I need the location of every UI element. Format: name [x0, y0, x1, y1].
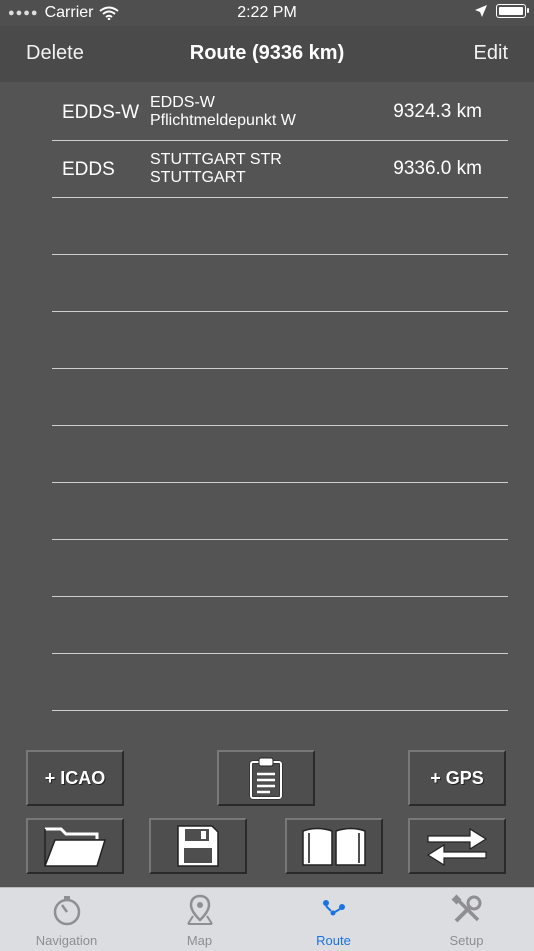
waypoint-distance: 9336.0 km	[393, 158, 482, 179]
tab-bar: Navigation Map Route Setup	[0, 887, 534, 951]
empty-row[interactable]	[52, 426, 508, 483]
empty-row[interactable]	[52, 540, 508, 597]
tab-label: Route	[316, 933, 351, 948]
tab-label: Setup	[449, 933, 484, 948]
waypoint-name-line1: EDDS-W	[150, 94, 215, 111]
empty-row[interactable]	[52, 369, 508, 426]
add-icao-label: + ICAO	[44, 767, 106, 788]
route-icon	[322, 900, 345, 916]
page-title: Route (9336 km)	[189, 42, 345, 64]
route-row[interactable]: EDDS-W EDDS-W Pflichtmeldepunkt W 9324.3…	[52, 84, 508, 141]
floppy-disk-icon	[177, 825, 219, 867]
empty-row[interactable]	[52, 312, 508, 369]
waypoint-name-line2: Pflichtmeldepunkt W	[150, 112, 296, 129]
empty-row[interactable]	[52, 654, 508, 711]
tab-label: Map	[186, 933, 213, 948]
clock: 2:22 PM	[237, 4, 297, 21]
status-bar: ●●●● Carrier 2:22 PM	[0, 0, 534, 26]
edit-button[interactable]: Edit	[474, 42, 508, 65]
paste-button[interactable]	[217, 750, 315, 806]
waypoint-description: STUTTGART STR STUTTGART	[150, 151, 282, 187]
swap-arrows-icon	[426, 827, 488, 866]
tab-label: Navigation	[35, 933, 98, 948]
add-icao-button[interactable]: + ICAO	[26, 750, 124, 806]
waypoint-name-line1: STUTTGART STR	[150, 151, 282, 168]
tab-map[interactable]: Map	[133, 888, 266, 951]
tab-route[interactable]: Route	[267, 888, 400, 951]
empty-row[interactable]	[52, 255, 508, 312]
empty-row[interactable]	[52, 198, 508, 255]
reverse-route-button[interactable]	[408, 818, 506, 874]
tab-setup[interactable]: Setup	[400, 888, 533, 951]
clipboard-icon	[249, 757, 283, 800]
waypoint-distance: 9324.3 km	[393, 101, 482, 122]
empty-row[interactable]	[52, 597, 508, 654]
stopwatch-icon	[53, 896, 80, 926]
navigation-bar: Delete Route (9336 km) Edit	[0, 26, 534, 82]
waypoint-description: EDDS-W Pflichtmeldepunkt W	[150, 94, 296, 130]
book-icon	[302, 827, 366, 866]
route-row[interactable]: EDDS STUTTGART STR STUTTGART 9336.0 km	[52, 141, 508, 198]
waypoint-name-line2: STUTTGART	[150, 169, 246, 186]
folder-icon	[44, 827, 107, 867]
map-pin-icon	[186, 894, 213, 925]
tools-icon	[451, 894, 481, 923]
waypoint-ident: EDDS	[62, 159, 115, 180]
library-button[interactable]	[285, 818, 383, 874]
open-button[interactable]	[26, 818, 124, 874]
empty-row[interactable]	[52, 483, 508, 540]
waypoint-ident: EDDS-W	[62, 102, 140, 123]
tab-navigation[interactable]: Navigation	[0, 888, 133, 951]
location-arrow-icon	[475, 5, 487, 17]
route-list: EDDS-W EDDS-W Pflichtmeldepunkt W 9324.3…	[52, 84, 508, 711]
add-gps-button[interactable]: + GPS	[408, 750, 506, 806]
add-gps-label: + GPS	[430, 767, 484, 788]
save-button[interactable]	[149, 818, 247, 874]
battery-icon	[496, 4, 529, 18]
